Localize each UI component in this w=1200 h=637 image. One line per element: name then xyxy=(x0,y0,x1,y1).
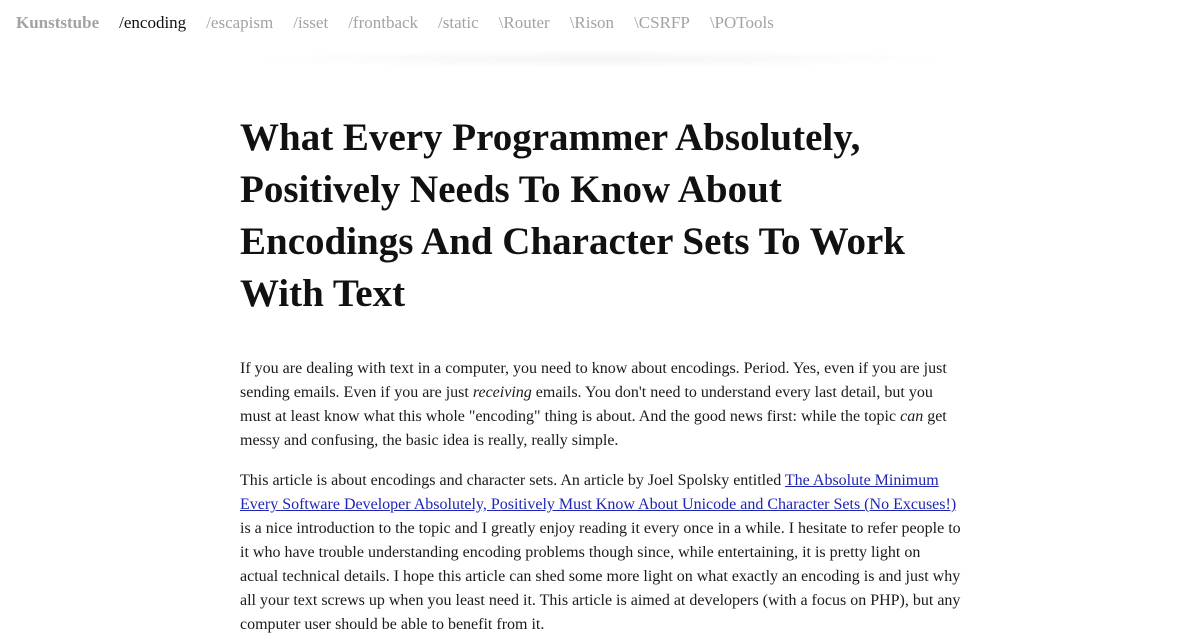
nav-link-frontback[interactable]: /frontback xyxy=(348,13,418,33)
nav-link-encoding[interactable]: /encoding xyxy=(119,13,186,33)
article-title: What Every Programmer Absolutely, Positi… xyxy=(240,116,905,315)
nav-divider-shadow xyxy=(250,50,950,68)
about-text-1: This article is about encodings and char… xyxy=(240,472,785,489)
top-navigation: Kunststube /encoding /escapism /isset /f… xyxy=(0,0,1200,46)
nav-link-rison[interactable]: \Rison xyxy=(570,13,614,33)
article: What Every Programmer Absolutely, Positi… xyxy=(240,112,962,637)
nav-link-escapism[interactable]: /escapism xyxy=(206,13,273,33)
intro-paragraph: If you are dealing with text in a comput… xyxy=(240,357,962,453)
about-paragraph: This article is about encodings and char… xyxy=(240,469,962,637)
intro-emphasis-receiving: receiving xyxy=(472,384,532,401)
nav-link-potools[interactable]: \POTools xyxy=(710,13,774,33)
nav-link-isset[interactable]: /isset xyxy=(293,13,328,33)
nav-link-csrfp[interactable]: \CSRFP xyxy=(634,13,690,33)
site-brand-link[interactable]: Kunststube xyxy=(16,13,99,33)
intro-emphasis-can: can xyxy=(900,408,924,425)
nav-link-static[interactable]: /static xyxy=(438,13,479,33)
about-text-2: is a nice introduction to the topic and … xyxy=(240,520,961,633)
nav-link-router[interactable]: \Router xyxy=(499,13,550,33)
